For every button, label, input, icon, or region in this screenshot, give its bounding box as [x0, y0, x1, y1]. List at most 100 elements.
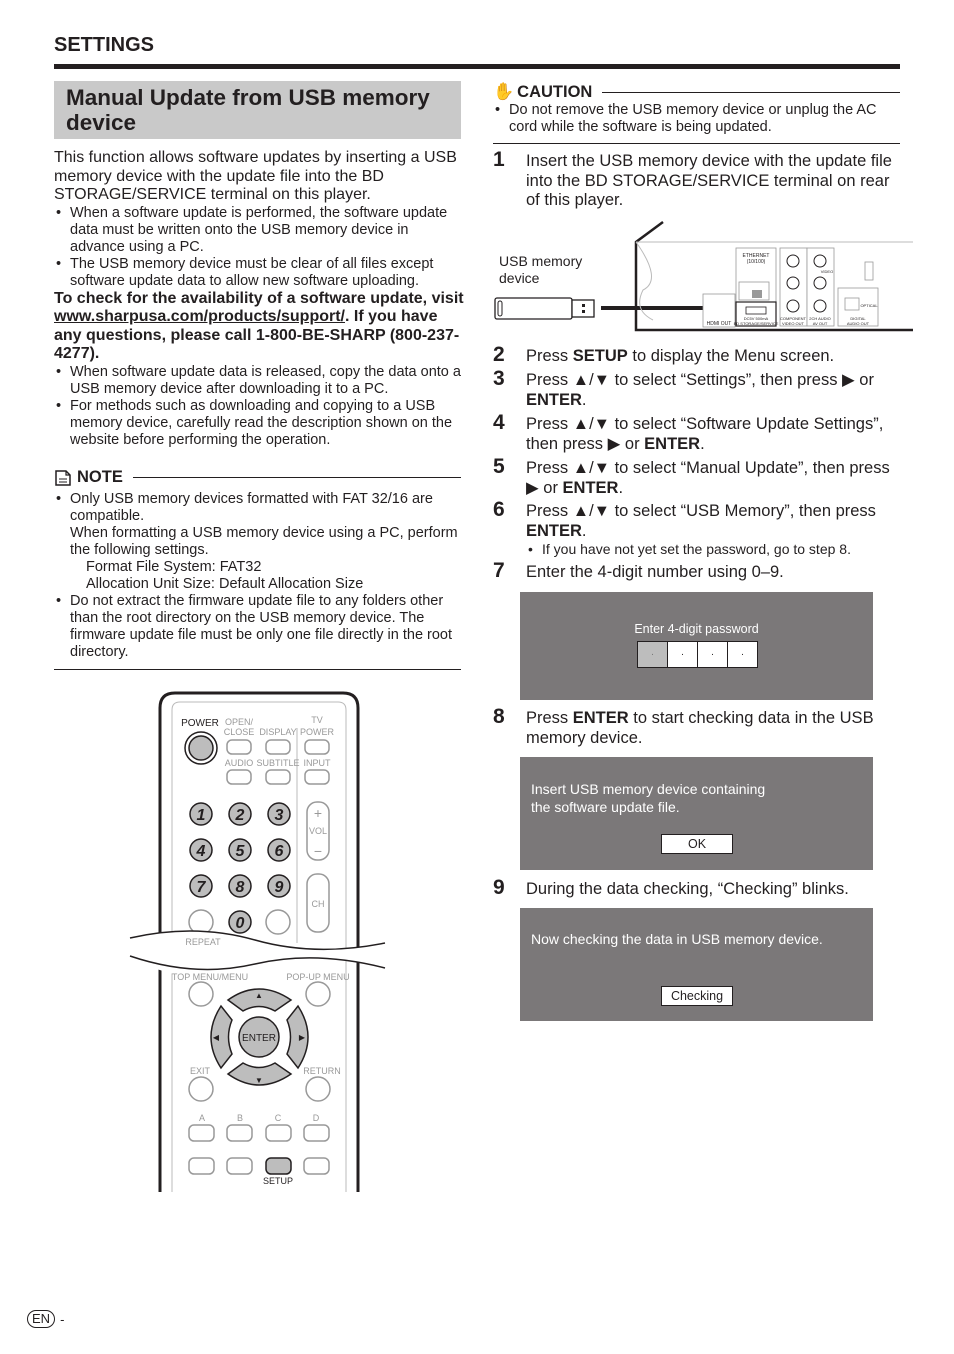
digit-button-2[interactable]: 2 [228, 802, 252, 826]
step-6: 6 Press ▲/▼ to select “USB Memory”, then … [493, 498, 903, 558]
video-label: VIDEO [821, 269, 833, 274]
blank-button[interactable] [265, 909, 291, 935]
check-text: To check for the availability of a softw… [54, 290, 464, 364]
step-text: Press ENTER to start checking data in th… [526, 709, 903, 748]
caution-list: Do not remove the USB memory device or u… [493, 102, 900, 136]
step-text-segment: to display the Menu screen. [627, 347, 835, 365]
setup-button[interactable] [265, 1157, 292, 1175]
password-label: Enter 4-digit password [634, 622, 759, 636]
header-rule [54, 64, 900, 69]
digit-button-0[interactable]: 0 [228, 910, 252, 934]
audio-button[interactable] [226, 769, 252, 785]
popup-menu-button[interactable] [305, 981, 331, 1007]
note-list: Only USB memory devices formatted with F… [54, 491, 461, 661]
caution-title: CAUTION [517, 82, 593, 101]
digit-button-7[interactable]: 7 [189, 874, 213, 898]
step-number: 5 [493, 455, 505, 478]
password-input[interactable]: · · · · [637, 641, 758, 668]
note-item: Do not extract the firmware update file … [54, 593, 461, 661]
return-button[interactable] [305, 1076, 331, 1102]
d-button[interactable] [303, 1124, 330, 1142]
svg-text:+: + [314, 805, 322, 821]
step-3: 3 Press ▲/▼ to select “Settings”, then pr… [493, 367, 903, 410]
display-label: DISPLAY [259, 727, 296, 737]
subtitle-button[interactable] [265, 769, 291, 785]
step-text-segment: Press [526, 709, 573, 727]
insert-message: Insert USB memory device containing [531, 781, 766, 797]
svg-text:▼: ▼ [255, 1076, 263, 1085]
step-text-segment: Enter the 4-digit number using 0–9. [526, 563, 784, 581]
blank-button-2[interactable] [226, 1157, 253, 1175]
b-button[interactable] [226, 1124, 253, 1142]
password-digit[interactable]: · [697, 642, 727, 667]
digit-label: 4 [196, 843, 206, 860]
digit-button-6[interactable]: 6 [267, 838, 291, 862]
caution-box: ✋CAUTION Do not remove the USB memory de… [493, 82, 900, 144]
subtitle-label: SUBTITLE [256, 758, 299, 768]
digit-label: 9 [275, 879, 284, 896]
a-button[interactable] [188, 1124, 215, 1142]
step-text-segment: During the data checking, “Checking” bli… [526, 880, 849, 898]
digit-button-4[interactable]: 4 [189, 838, 213, 862]
language-badge: EN [27, 1310, 56, 1328]
step-text: Press ▲/▼ to select “Software Update Set… [526, 415, 903, 454]
step-text: Enter the 4-digit number using 0–9. [526, 563, 903, 583]
d-label: D [313, 1113, 320, 1123]
vol-label: VOL [309, 826, 327, 836]
input-button[interactable] [304, 769, 330, 785]
digit-button-1[interactable]: 1 [189, 802, 213, 826]
c-label: C [275, 1113, 282, 1123]
open-close-label-2: CLOSE [224, 727, 255, 737]
step-number: 2 [493, 343, 505, 366]
tv-label: TV [311, 715, 323, 725]
setup-label: SETUP [263, 1176, 293, 1186]
digit-label: 2 [235, 807, 245, 824]
password-digit[interactable]: · [638, 642, 667, 667]
step-text-segment: . [581, 390, 587, 409]
step-2: 2 Press SETUP to display the Menu screen. [493, 343, 903, 367]
c-button[interactable] [265, 1124, 292, 1142]
digit-label: 5 [236, 843, 246, 860]
tv-power-label: POWER [300, 727, 335, 737]
ok-button[interactable]: OK [661, 834, 733, 854]
step-8: 8 Press ENTER to start checking data in t… [493, 705, 903, 748]
bullet-list-2: When software update data is released, c… [54, 364, 464, 449]
tv-power-button[interactable] [304, 739, 330, 755]
left-content: This function allows software updates by… [54, 149, 464, 449]
top-menu-button[interactable] [188, 981, 214, 1007]
insert-message-2: the software update file. [531, 799, 680, 815]
open-close-button[interactable] [226, 739, 252, 755]
password-digit[interactable]: · [667, 642, 697, 667]
checking-message: Now checking the data in USB memory devi… [531, 931, 823, 947]
check-text-before: To check for the availability of a softw… [54, 289, 464, 307]
bd-storage-label-2: BD STORAGE/SERVICE [734, 321, 779, 326]
digit-button-8[interactable]: 8 [228, 874, 252, 898]
enter-label: ENTER [242, 1033, 276, 1044]
intro-text: This function allows software updates by… [54, 149, 457, 203]
page-number: - [60, 1311, 65, 1327]
blank-button-3[interactable] [303, 1157, 330, 1175]
top-menu-label: TOP MENU/MENU [172, 972, 248, 982]
digit-label: 1 [197, 807, 206, 824]
digit-button-9[interactable]: 9 [267, 874, 291, 898]
digit-button-5[interactable]: 5 [228, 838, 252, 862]
display-button[interactable] [265, 739, 291, 755]
step-9: 9 During the data checking, “Checking” bl… [493, 876, 903, 900]
step-text: Press ▲/▼ to select “USB Memory”, then p… [526, 502, 903, 541]
step-text-segment: Press ▲/▼ to select “Settings”, then pre… [526, 371, 874, 389]
step-4: 4 Press ▲/▼ to select “Software Update Se… [493, 411, 903, 454]
av-out-label: AV OUT [813, 321, 828, 326]
exit-button[interactable] [188, 1076, 214, 1102]
step-text-segment: . [581, 521, 587, 540]
blank-button-1[interactable] [188, 1157, 215, 1175]
ethernet-sub-label: (10/100) [747, 259, 766, 265]
support-link[interactable]: www.sharpusa.com/products/support/ [54, 308, 345, 325]
step-text-segment: Press [526, 347, 573, 365]
manual-page: SETTINGS Manual Update from USB memory d… [0, 0, 954, 1354]
step-number: 1 [493, 148, 505, 171]
digit-button-3[interactable]: 3 [267, 802, 291, 826]
password-digit[interactable]: · [727, 642, 757, 667]
page-title: Manual Update from USB memory device [66, 85, 430, 135]
insert-usb-dialog: Insert USB memory device containing the … [520, 757, 873, 870]
a-label: A [199, 1113, 205, 1123]
